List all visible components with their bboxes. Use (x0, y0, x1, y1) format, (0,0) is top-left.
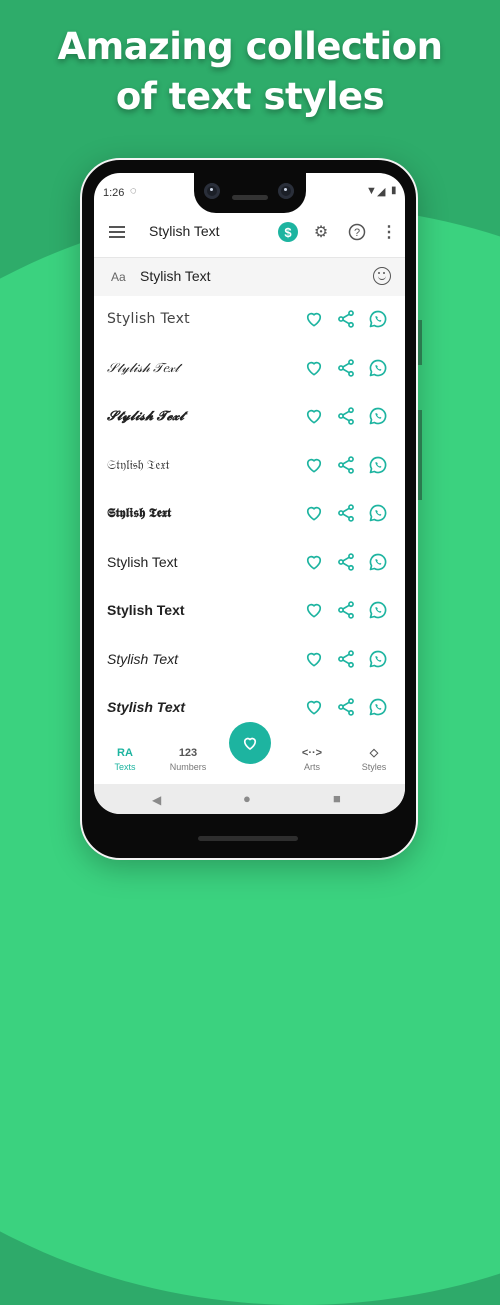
favorites-fab[interactable] (229, 722, 271, 764)
help-icon[interactable]: ? (346, 221, 368, 243)
share-icon[interactable] (336, 697, 356, 717)
nav-label: Numbers (169, 762, 207, 772)
system-nav-bar: ◀ ● ■ (94, 784, 405, 814)
whatsapp-icon[interactable] (368, 406, 388, 426)
arts-icon: <··> (301, 747, 323, 759)
recents-button[interactable]: ■ (333, 791, 341, 806)
nav-tab-texts[interactable]: RA Texts (95, 740, 155, 772)
styles-icon: ◇ (369, 747, 379, 759)
share-icon[interactable] (336, 649, 356, 669)
power-button (418, 320, 422, 365)
favorite-icon[interactable] (304, 552, 324, 572)
style-list: Stylish Text 𝒮𝓉𝓎𝓁𝒾𝓈𝒽 𝒯𝑒𝓍𝓉 𝓢𝓽𝔂𝓵𝓲𝓼𝓱 𝓣𝓮𝔁𝓽 𝔖𝔱𝔶𝔩… (94, 295, 405, 732)
app-title: Stylish Text (149, 223, 220, 239)
emoji-icon[interactable] (373, 267, 391, 285)
text-input[interactable]: Stylish Text (140, 268, 211, 284)
styled-text[interactable]: Stylish Text (107, 554, 178, 570)
favorite-icon[interactable] (304, 600, 324, 620)
styled-text[interactable]: Stylish Text (107, 699, 185, 715)
nav-tab-styles[interactable]: ◇ Styles (344, 740, 404, 772)
volume-button (418, 410, 422, 500)
more-vert-icon[interactable]: ⋮ (378, 221, 400, 243)
share-icon[interactable] (336, 600, 356, 620)
headline-line-2: of text styles (115, 75, 385, 118)
front-camera-icon (204, 183, 220, 199)
dollar-icon[interactable]: $ (278, 222, 298, 242)
styled-text[interactable]: 𝓢𝓽𝔂𝓵𝓲𝓼𝓱 𝓣𝓮𝔁𝓽 (107, 408, 184, 424)
favorite-icon[interactable] (304, 455, 324, 475)
style-row[interactable]: Stylish Text (94, 635, 405, 684)
nav-tab-numbers[interactable]: 123 Numbers (158, 740, 218, 772)
wifi-icon: ▼ (366, 185, 377, 197)
styled-text[interactable]: Stylish Text (107, 311, 190, 327)
font-size-icon: Aa (111, 270, 126, 284)
texts-icon: RA (117, 747, 133, 759)
whatsapp-icon[interactable] (368, 600, 388, 620)
styled-text[interactable]: Stylish Text (107, 651, 178, 667)
styled-text[interactable]: 𝔖𝔱𝔶𝔩𝔦𝔰𝔥 𝔗𝔢𝔵𝔱 (107, 457, 170, 473)
heart-icon (243, 737, 257, 750)
share-icon[interactable] (336, 358, 356, 378)
favorite-icon[interactable] (304, 697, 324, 717)
whatsapp-icon[interactable] (368, 455, 388, 475)
share-icon[interactable] (336, 309, 356, 329)
whatsapp-icon[interactable] (368, 649, 388, 669)
nav-label: Styles (361, 762, 387, 772)
style-row[interactable]: 𝒮𝓉𝓎𝓁𝒾𝓈𝒽 𝒯𝑒𝓍𝓉 (94, 344, 405, 393)
sync-icon: ◌ (130, 185, 137, 197)
share-icon[interactable] (336, 503, 356, 523)
styled-text[interactable]: 𝕾𝖙𝖞𝖑𝖎𝖘𝖍 𝕿𝖊𝖝𝖙 (107, 505, 171, 521)
signal-icon: ◢ (377, 186, 386, 198)
screen: 1:26 ◌ ▼ ◢ ▮ Stylish Text $ ⚙ ? ⋮ Aa Sty… (94, 173, 405, 814)
nav-label: Arts (303, 762, 320, 772)
headline-line-1: Amazing collection (57, 25, 443, 68)
style-row[interactable]: 𝕾𝖙𝖞𝖑𝖎𝖘𝖍 𝕿𝖊𝖝𝖙 (94, 489, 405, 538)
whatsapp-icon[interactable] (368, 697, 388, 717)
svg-text:?: ? (354, 227, 360, 239)
notch (194, 173, 306, 213)
favorite-icon[interactable] (304, 649, 324, 669)
whatsapp-icon[interactable] (368, 309, 388, 329)
front-camera-icon (278, 183, 294, 199)
favorite-icon[interactable] (304, 503, 324, 523)
whatsapp-icon[interactable] (368, 552, 388, 572)
style-row[interactable]: 𝓢𝓽𝔂𝓵𝓲𝓼𝓱 𝓣𝓮𝔁𝓽 (94, 392, 405, 441)
nav-label: Texts (114, 762, 136, 772)
share-icon[interactable] (336, 406, 356, 426)
share-icon[interactable] (336, 552, 356, 572)
style-row[interactable]: 𝔖𝔱𝔶𝔩𝔦𝔰𝔥 𝔗𝔢𝔵𝔱 (94, 441, 405, 490)
status-time: 1:26 (103, 187, 125, 199)
menu-icon[interactable] (109, 226, 125, 238)
numbers-icon: 123 (178, 747, 198, 759)
settings-icon[interactable]: ⚙ (310, 221, 332, 243)
battery-icon: ▮ (391, 185, 397, 196)
favorite-icon[interactable] (304, 358, 324, 378)
favorite-icon[interactable] (304, 406, 324, 426)
share-icon[interactable] (336, 455, 356, 475)
speaker (232, 195, 268, 200)
home-button[interactable]: ● (243, 791, 251, 806)
home-indicator (198, 836, 298, 841)
text-input-bar: Aa Stylish Text (94, 257, 405, 296)
style-row[interactable]: Stylish Text (94, 586, 405, 635)
whatsapp-icon[interactable] (368, 503, 388, 523)
headline: Amazing collection of text styles (0, 22, 500, 122)
styled-text[interactable]: 𝒮𝓉𝓎𝓁𝒾𝓈𝒽 𝒯𝑒𝓍𝓉 (107, 360, 179, 376)
whatsapp-icon[interactable] (368, 358, 388, 378)
styled-text[interactable]: Stylish Text (107, 602, 185, 618)
phone-frame: 1:26 ◌ ▼ ◢ ▮ Stylish Text $ ⚙ ? ⋮ Aa Sty… (80, 158, 422, 860)
style-row[interactable]: Stylish Text (94, 295, 405, 344)
nav-tab-arts[interactable]: <··> Arts (282, 740, 342, 772)
favorite-icon[interactable] (304, 309, 324, 329)
style-row[interactable]: Stylish Text (94, 538, 405, 587)
back-button[interactable]: ◀ (152, 793, 161, 807)
app-bar: Stylish Text $ ⚙ ? ⋮ (94, 211, 405, 255)
